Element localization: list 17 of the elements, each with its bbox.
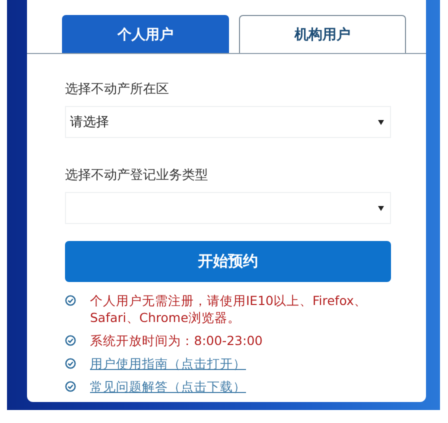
check-circle-icon [65, 295, 76, 306]
user-type-tab[interactable]: 机构用户 [239, 15, 406, 53]
select-field[interactable]: 请选择 [65, 106, 391, 138]
help-link[interactable]: 常见问题解答（点击下载） [90, 378, 246, 395]
notice-text: 系统开放时间为：8:00-23:00 [90, 332, 263, 349]
field-label: 选择不动产登记业务类型 [65, 167, 209, 184]
field-label: 选择不动产所在区 [65, 81, 170, 98]
select-field[interactable] [65, 192, 391, 224]
caret-icon [378, 120, 384, 124]
user-type-tab[interactable]: 个人用户 [62, 15, 229, 53]
notice-text: 个人用户无需注册，请使用IE10以上、Firefox、Safari、Chrome浏览器。 [90, 292, 368, 326]
start-booking-button[interactable]: 开始预约 [65, 241, 391, 282]
check-circle-icon [65, 335, 76, 346]
help-link[interactable]: 用户使用指南（点击打开） [90, 355, 246, 372]
check-circle-icon [65, 358, 76, 369]
check-circle-icon [65, 381, 76, 392]
caret-icon [378, 206, 384, 210]
